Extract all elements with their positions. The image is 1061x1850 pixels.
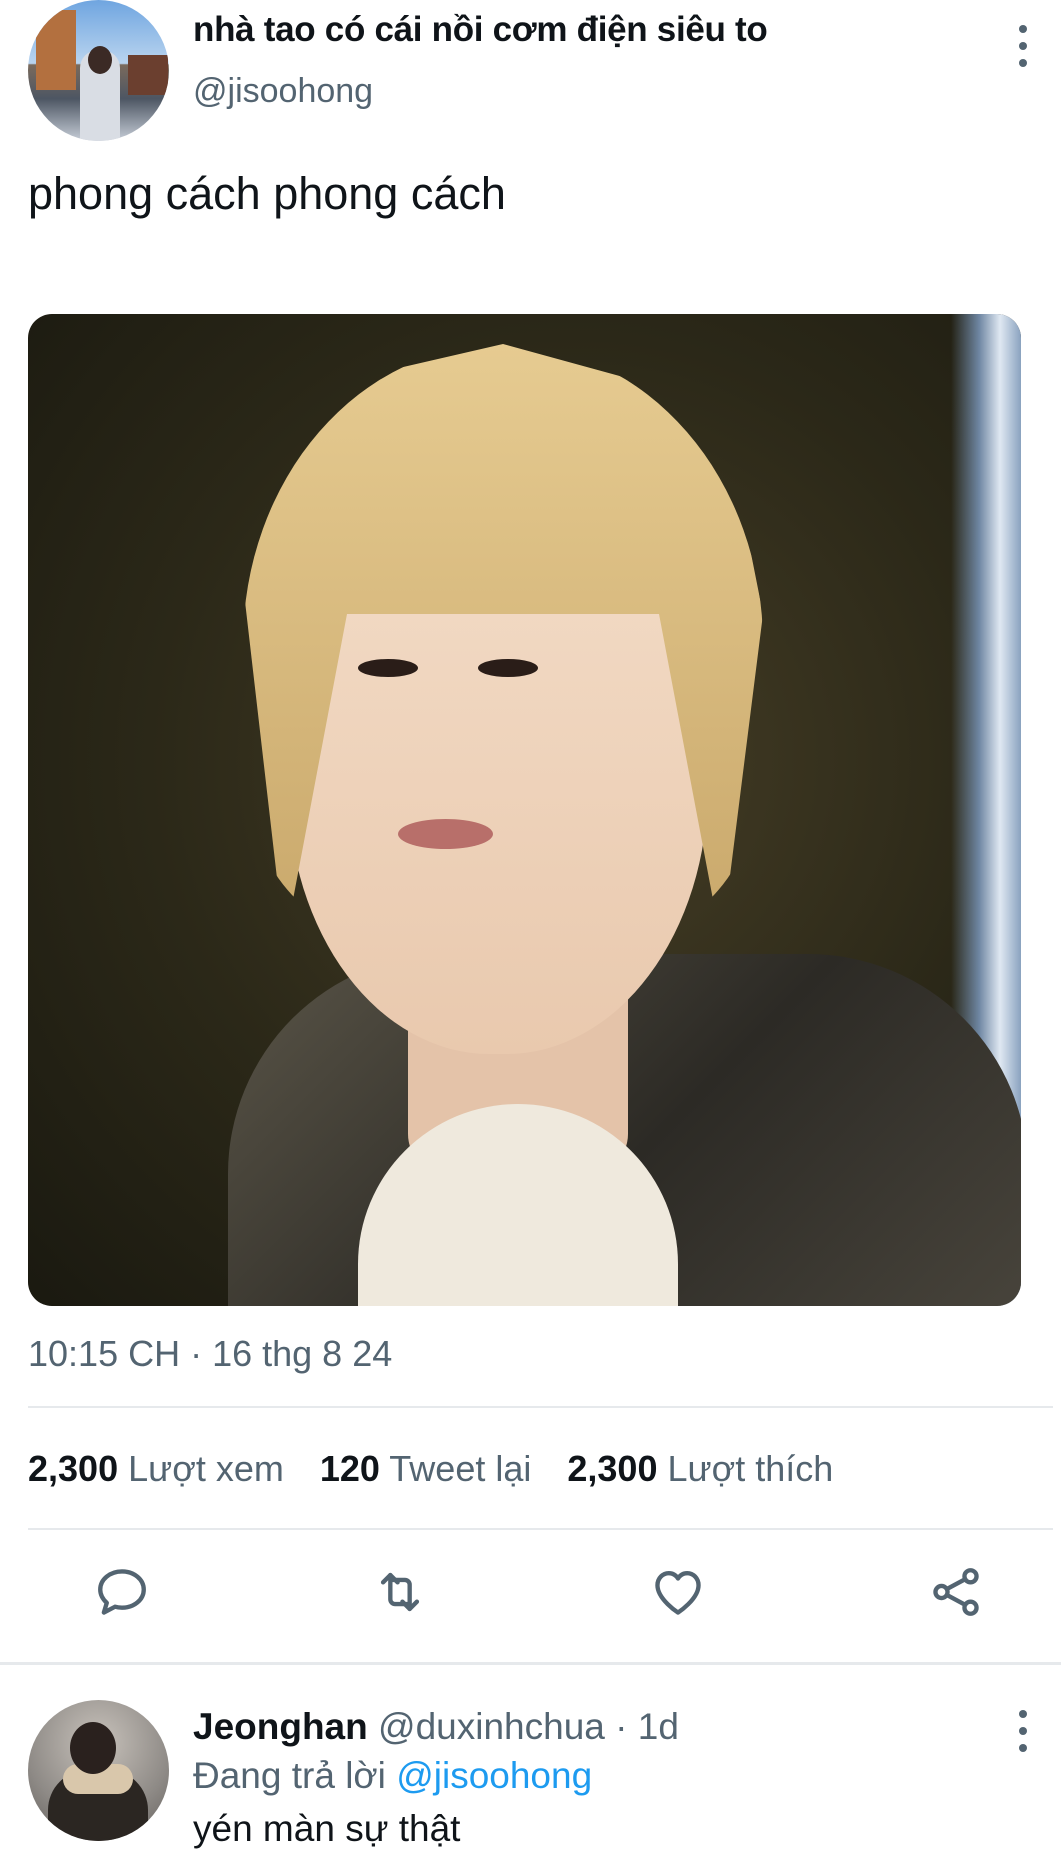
tweet-photo[interactable] xyxy=(28,314,1021,1306)
tweet-timestamp: 10:15 CH · 16 thg 8 24 xyxy=(28,1333,393,1374)
reply-text: yén màn sự thật xyxy=(193,1808,461,1849)
reply-display-name[interactable]: Jeonghan xyxy=(193,1706,368,1747)
author-avatar[interactable] xyxy=(28,0,169,141)
action-bar xyxy=(0,1560,1061,1630)
reply-author-avatar[interactable] xyxy=(28,1700,169,1841)
author-handle[interactable]: @jisoohong xyxy=(193,72,373,111)
replying-to-mention[interactable]: @jisoohong xyxy=(396,1755,592,1796)
more-options-icon[interactable] xyxy=(1010,25,1036,67)
tweet-text: phong cách phong cách xyxy=(28,168,506,219)
reply-icon[interactable] xyxy=(90,1560,154,1624)
retweet-icon[interactable] xyxy=(368,1560,432,1624)
reply-more-options-icon[interactable] xyxy=(1010,1710,1036,1752)
like-icon[interactable] xyxy=(646,1560,710,1624)
reply-header: Jeonghan @duxinhchua · 1d xyxy=(193,1706,679,1748)
retweets-stat[interactable]: 120 Tweet lại xyxy=(320,1448,532,1490)
replying-to: Đang trả lời @jisoohong xyxy=(193,1755,593,1796)
author-display-name[interactable]: nhà tao có cái nồi cơm điện siêu to xyxy=(193,10,768,50)
share-icon[interactable] xyxy=(924,1560,988,1624)
reply-handle-time: @duxinhchua · 1d xyxy=(378,1706,679,1747)
likes-stat[interactable]: 2,300 Lượt thích xyxy=(567,1448,833,1490)
section-divider xyxy=(0,1662,1061,1665)
engagement-stats: 2,300 Lượt xem 120 Tweet lại 2,300 Lượt … xyxy=(28,1448,833,1490)
divider xyxy=(28,1406,1053,1408)
views-stat[interactable]: 2,300 Lượt xem xyxy=(28,1448,284,1490)
divider xyxy=(28,1528,1053,1530)
